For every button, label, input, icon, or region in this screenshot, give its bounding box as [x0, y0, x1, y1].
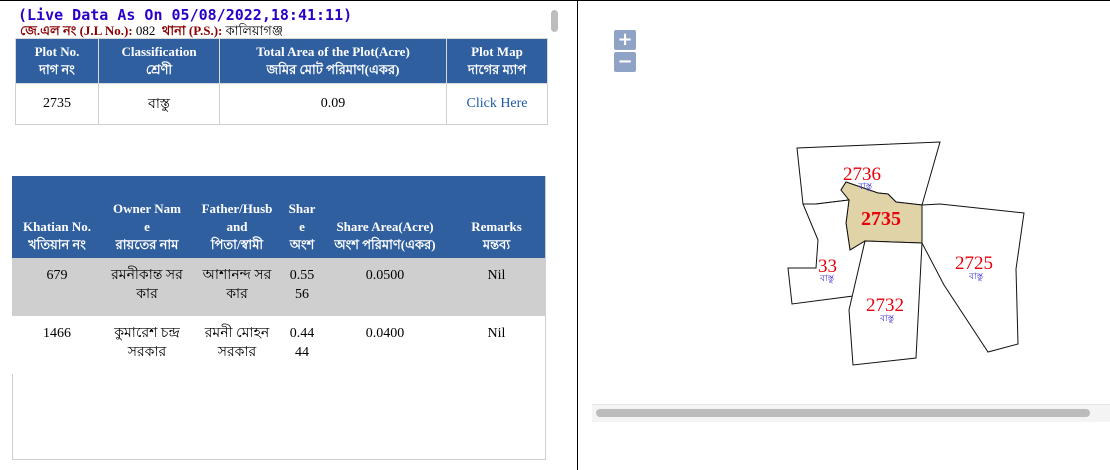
plot-class-2725: বাস্তু [968, 271, 984, 282]
plot-info-table: Plot No. দাগ নং Classification শ্রেণী Tota… [15, 38, 548, 125]
father-husband-header: Father/Husb and পিতা/স্বামী [192, 176, 282, 258]
plot-label-2735: 2735 [861, 208, 901, 230]
khatian-header: Khatian No. খতিয়ান নং [12, 176, 102, 258]
share-area-header: Share Area(Acre) অংশ পরিমাণ(একর) [322, 176, 448, 258]
total-area-cell: 0.09 [219, 83, 447, 125]
plot-class-2736: বাস্তু [857, 181, 873, 192]
plot-map-header: Plot Map দাগের ম্যাপ [446, 38, 548, 84]
details-panel: (Live Data As On 05/08/2022,18:41:11) জে… [0, 0, 577, 470]
plot-no-header: Plot No. দাগ নং [15, 38, 99, 84]
horizontal-scrollbar[interactable] [592, 404, 1110, 422]
owner-info-table: Khatian No. খতিয়ান নং Owner Nam e রায়তের … [12, 176, 545, 374]
father-name-cell: রমনী মোহন সরকার [192, 316, 282, 374]
click-here-link[interactable]: Click Here [466, 96, 527, 111]
owner-name-header: Owner Nam e রায়তের নাম [102, 176, 192, 258]
jl-value: 082 [135, 23, 156, 38]
horizontal-scrollbar-thumb[interactable] [596, 409, 1090, 417]
share-cell: 0.55 56 [282, 258, 322, 316]
plot-map[interactable]: 2736 বাস্তু 2735 33 বাস্তু 2725 বাস্তু 2… [578, 0, 1110, 400]
father-name-cell: আশানন্দ সর কার [192, 258, 282, 316]
owner-name-cell: কুমারেশ চন্দ্র সরকার [102, 316, 192, 374]
owner-name-cell: রমনীকান্ত সর কার [102, 258, 192, 316]
plot-class-2732: বাস্তু [879, 313, 895, 324]
ps-value: কালিয়াগঞ্জ [225, 23, 283, 38]
classification-cell: বাস্তু [98, 83, 220, 125]
remarks-cell: Nil [448, 316, 545, 374]
jl-label: জে.এল নং (J.L No.): [20, 23, 133, 38]
remarks-header: Remarks মন্তব্য [448, 176, 545, 258]
share-cell: 0.44 44 [282, 316, 322, 374]
plot-map-cell: Click Here [446, 83, 548, 125]
khatian-cell: 679 [12, 258, 102, 316]
map-panel[interactable]: + − 2736 বাস্তু 2735 33 বাস্তু 2725 বাস্… [578, 0, 1110, 470]
remarks-cell: Nil [448, 258, 545, 316]
vertical-scrollbar[interactable] [551, 10, 558, 32]
plot-no-cell: 2735 [15, 83, 99, 125]
plot-class-33: বাস্তু [819, 273, 835, 284]
table-row: 2735 বাস্তু 0.09 Click Here [15, 83, 548, 125]
khatian-cell: 1466 [12, 316, 102, 374]
share-area-cell: 0.0400 [322, 316, 448, 374]
share-area-cell: 0.0500 [322, 258, 448, 316]
table-row: 1466 কুমারেশ চন্দ্র সরকার রমনী মোহন সরকার … [12, 316, 545, 374]
table-row: 679 রমনীকান্ত সর কার আশানন্দ সর কার 0.55 56… [12, 258, 545, 316]
classification-header: Classification শ্রেণী [98, 38, 220, 84]
total-area-header: Total Area of the Plot(Acre) জমির মোট পরি… [219, 38, 447, 84]
share-header: Shar e অংশ [282, 176, 322, 258]
ps-label: থানা (P.S.): [161, 23, 223, 38]
